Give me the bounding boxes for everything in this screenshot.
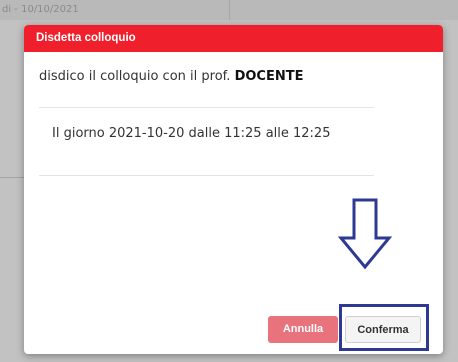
confirm-button[interactable]: Conferma (345, 316, 421, 343)
cancel-button[interactable]: Annulla (268, 316, 338, 343)
dialog-message-text: disdico il colloquio con il prof. (39, 69, 231, 84)
dialog-message: disdico il colloquio con il prof. DOCENT… (39, 68, 303, 86)
background-divider (0, 177, 24, 178)
dialog-title: Disdetta colloquio (24, 25, 443, 52)
background-date-header: di - 10/10/2021 (0, 0, 230, 20)
appointment-schedule: Il giorno 2021-10-20 dalle 11:25 alle 12… (52, 126, 331, 141)
teacher-name: DOCENTE (234, 69, 304, 84)
cancel-interview-dialog: Disdetta colloquio disdico il colloquio … (24, 25, 443, 354)
arrow-down-icon (338, 198, 392, 270)
divider (39, 175, 374, 176)
divider (39, 107, 374, 108)
